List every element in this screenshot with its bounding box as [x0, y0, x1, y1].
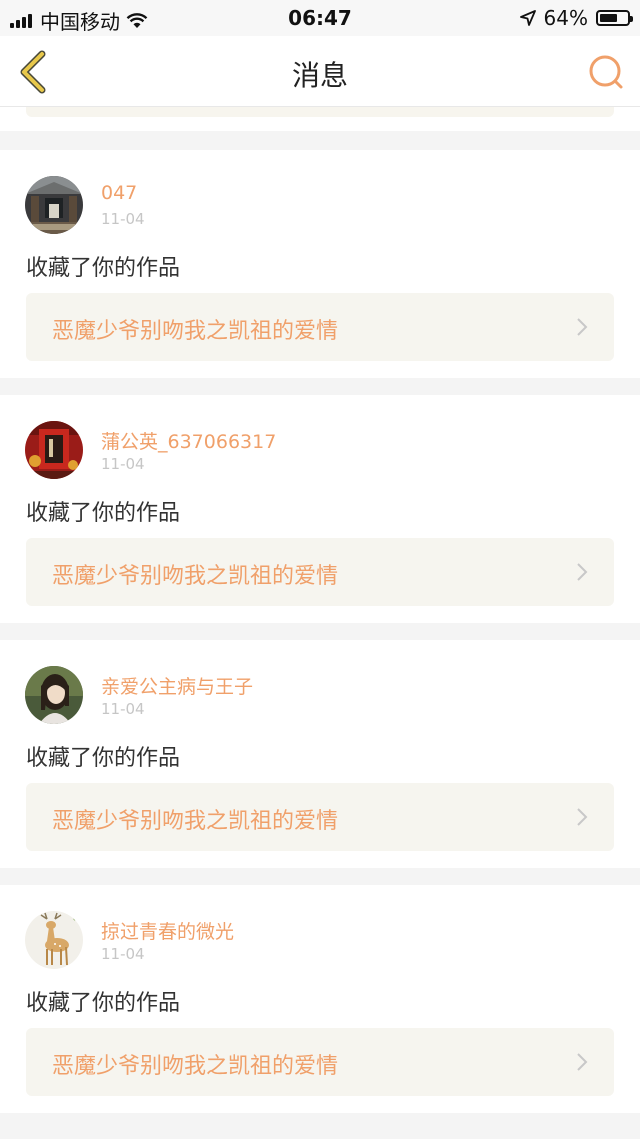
work-link[interactable]: 恶魔少爷别吻我之凯祖的爱情: [26, 783, 614, 851]
work-link[interactable]: 恶魔少爷别吻我之凯祖的爱情: [26, 293, 614, 361]
message-date: 11-04: [101, 210, 145, 228]
action-text: 收藏了你的作品: [26, 501, 181, 526]
work-title: 恶魔少爷别吻我之凯祖的爱情: [52, 809, 339, 834]
work-link[interactable]: 恶魔少爷别吻我之凯祖的爱情: [26, 1028, 614, 1096]
deer-illustration-icon: [25, 911, 83, 969]
message-date: 11-04: [101, 700, 145, 718]
username[interactable]: 蒲公英_637066317: [101, 427, 276, 454]
avatar[interactable]: [25, 666, 83, 724]
battery-percent: 64%: [543, 6, 588, 30]
battery-fill: [600, 14, 617, 22]
work-title: 恶魔少爷别吻我之凯祖的爱情: [52, 564, 339, 589]
work-title: 恶魔少爷别吻我之凯祖的爱情: [52, 1054, 339, 1079]
chevron-right-icon: [577, 1053, 588, 1071]
avatar[interactable]: [25, 911, 83, 969]
chevron-right-icon: [577, 563, 588, 581]
username[interactable]: 047: [101, 182, 137, 204]
message-date: 11-04: [101, 945, 145, 963]
girl-portrait-photo-icon: [25, 666, 83, 724]
status-right: 64%: [519, 6, 633, 30]
chevron-right-icon: [577, 808, 588, 826]
message-list[interactable]: 047 11-04 收藏了你的作品 恶魔少爷别吻我之凯祖的爱情 蒲公英_6370…: [0, 107, 640, 1139]
nav-bar: 消息: [0, 36, 640, 107]
status-bar: 中国移动 06:47 64%: [0, 0, 640, 36]
message-card: 047 11-04 收藏了你的作品 恶魔少爷别吻我之凯祖的爱情: [0, 150, 640, 378]
avatar[interactable]: [25, 421, 83, 479]
previous-card-tail: [0, 107, 640, 131]
message-card: 亲爱公主病与王子 11-04 收藏了你的作品 恶魔少爷别吻我之凯祖的爱情: [0, 640, 640, 868]
library-photo-icon: [25, 176, 83, 234]
username[interactable]: 亲爱公主病与王子: [101, 672, 253, 699]
avatar[interactable]: [25, 176, 83, 234]
battery-icon: [596, 10, 633, 26]
search-icon[interactable]: [586, 52, 626, 92]
action-text: 收藏了你的作品: [26, 256, 181, 281]
message-card: 掠过青春的微光 11-04 收藏了你的作品 恶魔少爷别吻我之凯祖的爱情: [0, 885, 640, 1113]
username[interactable]: 掠过青春的微光: [101, 917, 234, 944]
location-arrow-icon: [519, 10, 536, 26]
page-title: 消息: [291, 59, 348, 92]
chevron-right-icon: [577, 318, 588, 336]
work-title: 恶魔少爷别吻我之凯祖的爱情: [52, 319, 339, 344]
work-link[interactable]: 恶魔少爷别吻我之凯祖的爱情: [26, 538, 614, 606]
action-text: 收藏了你的作品: [26, 746, 181, 771]
action-text: 收藏了你的作品: [26, 991, 181, 1016]
message-card: 蒲公英_637066317 11-04 收藏了你的作品 恶魔少爷别吻我之凯祖的爱…: [0, 395, 640, 623]
red-lantern-photo-icon: [25, 421, 83, 479]
message-date: 11-04: [101, 455, 145, 473]
